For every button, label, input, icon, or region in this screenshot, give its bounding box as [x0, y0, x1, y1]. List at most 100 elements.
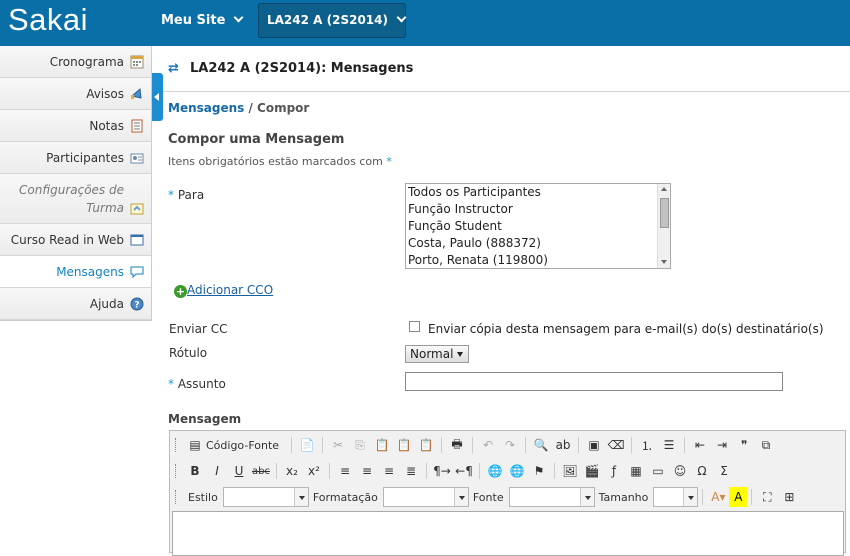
toolbar-grip — [175, 464, 178, 478]
ltr-icon[interactable]: ¶→ — [431, 461, 453, 481]
sidebar-item-curso-read-in-web[interactable]: Curso Read in Web — [0, 224, 151, 256]
replace-icon[interactable]: ab — [552, 435, 574, 455]
align-left-icon[interactable]: ≡ — [334, 461, 356, 481]
editor-content-area[interactable] — [172, 511, 844, 556]
recipient-listbox[interactable]: Todos os Participantes Função Instructor… — [405, 183, 671, 269]
copy-icon[interactable]: ⎘ — [349, 435, 371, 455]
bullet-list-icon[interactable]: ☰ — [658, 435, 680, 455]
form-title: Compor uma Mensagem — [168, 132, 345, 147]
send-cc-checkbox[interactable] — [409, 321, 420, 332]
sidebar-item-ajuda[interactable]: Ajuda ? — [0, 288, 151, 320]
settings-icon — [130, 202, 144, 216]
rotulo-select[interactable]: Normal — [405, 345, 469, 363]
paste-icon[interactable]: 📋 — [371, 435, 393, 455]
blockquote-icon[interactable]: ❞ — [733, 435, 755, 455]
meu-site-menu[interactable]: Meu Site — [161, 12, 244, 28]
sidebar-item-participantes[interactable]: Participantes — [0, 142, 151, 174]
sidebar-item-label: Mensagens — [56, 264, 124, 279]
sidebar-item-mensagens[interactable]: Mensagens — [0, 256, 151, 288]
text-color-icon[interactable]: A▾ — [707, 487, 729, 507]
flash-icon[interactable]: ƒ — [603, 461, 625, 481]
bg-color-icon[interactable]: A — [729, 487, 748, 507]
add-circle-icon[interactable]: + — [174, 285, 187, 298]
sidebar-item-avisos[interactable]: Avisos — [0, 78, 151, 110]
print-icon[interactable]: 🖶 — [446, 435, 468, 455]
sidebar-item-label: Curso Read in Web — [10, 232, 124, 247]
sidebar-item-cronograma[interactable]: Cronograma — [0, 46, 151, 78]
top-navigation-bar: Sakai Meu Site LA242 A (2S2014) — [0, 0, 850, 46]
outdent-icon[interactable]: ⇤ — [689, 435, 711, 455]
justify-icon[interactable]: ≣ — [400, 461, 422, 481]
strikethrough-icon[interactable]: abc — [250, 461, 272, 481]
rtl-icon[interactable]: ←¶ — [453, 461, 475, 481]
sakai-logo[interactable]: Sakai — [8, 2, 88, 38]
recipient-option[interactable]: Costa, Paulo (888372) — [406, 235, 670, 252]
formatacao-label: Formatação — [312, 490, 378, 504]
subject-input[interactable] — [405, 372, 783, 391]
sidebar-item-notas[interactable]: Notas — [0, 110, 151, 142]
editor-toolbar-row-2: B I U abc x₂ x² ≡ ≡ ≡ ≣ ¶→ ←¶ 🌐 🌐 ⚑ 🖼 🎬 … — [170, 458, 847, 484]
recipient-option[interactable]: Todos os Participantes — [406, 184, 670, 201]
link-icon[interactable]: 🌐 — [484, 461, 506, 481]
estilo-combo[interactable] — [222, 487, 309, 507]
superscript-icon[interactable]: x² — [303, 461, 325, 481]
required-mark: * — [386, 155, 392, 168]
scroll-thumb[interactable] — [660, 198, 669, 228]
toolbar-grip — [175, 490, 178, 504]
remove-format-icon[interactable]: ⌫ — [605, 435, 627, 455]
redo-icon[interactable]: ↷ — [499, 435, 521, 455]
unlink-icon[interactable]: 🌐 — [506, 461, 528, 481]
tamanho-combo[interactable] — [653, 487, 699, 507]
align-center-icon[interactable]: ≡ — [356, 461, 378, 481]
fonte-combo[interactable] — [508, 487, 595, 507]
recipient-scrollbar[interactable] — [657, 184, 670, 268]
recipient-option[interactable]: Função Student — [406, 218, 670, 235]
show-blocks-icon[interactable]: ⊞ — [778, 487, 800, 507]
indent-icon[interactable]: ⇥ — [711, 435, 733, 455]
sidebar-item-configuracoes[interactable]: Configurações de Turma — [0, 174, 151, 224]
site-selector-button[interactable]: LA242 A (2S2014) — [258, 3, 407, 38]
formatacao-combo[interactable] — [382, 487, 469, 507]
math-icon[interactable]: Σ — [713, 461, 735, 481]
align-right-icon[interactable]: ≡ — [378, 461, 400, 481]
image-icon[interactable]: 🖼 — [559, 461, 581, 481]
table-icon[interactable]: ▦ — [625, 461, 647, 481]
smiley-icon[interactable]: ☺ — [669, 461, 691, 481]
chevron-down-icon — [233, 12, 244, 23]
italic-icon[interactable]: I — [206, 461, 228, 481]
paste-text-icon[interactable]: 📋 — [393, 435, 415, 455]
scroll-down-icon[interactable] — [661, 260, 667, 264]
tool-sidebar: Cronograma Avisos Notas Participantes Co… — [0, 46, 152, 321]
web-icon — [130, 233, 144, 247]
maximize-icon[interactable]: ⛶ — [756, 487, 778, 507]
site-selector-label: LA242 A (2S2014) — [267, 13, 388, 27]
add-bcc[interactable]: + Adicionar CCO — [174, 283, 273, 298]
media-icon[interactable]: 🎬 — [581, 461, 603, 481]
underline-icon[interactable]: U — [228, 461, 250, 481]
sidebar-item-label: Configurações de Turma — [19, 183, 124, 215]
anchor-icon[interactable]: ⚑ — [528, 461, 550, 481]
subscript-icon[interactable]: x₂ — [281, 461, 303, 481]
message-label: Mensagem — [168, 412, 242, 426]
find-icon[interactable]: 🔍 — [530, 435, 552, 455]
breadcrumb-link-mensagens[interactable]: Mensagens — [168, 101, 244, 115]
sidebar-item-label: Avisos — [86, 86, 124, 101]
scroll-up-icon[interactable] — [661, 187, 667, 191]
special-char-icon[interactable]: Ω — [691, 461, 713, 481]
collapse-sidebar-handle[interactable] — [152, 73, 163, 121]
document-icon[interactable]: 📄 — [296, 435, 318, 455]
rotulo-label: Rótulo — [169, 346, 208, 360]
source-button[interactable]: Código-Fonte — [206, 439, 279, 452]
paste-word-icon[interactable]: 📋 — [415, 435, 437, 455]
reset-tool-icon[interactable]: ⇄ — [168, 61, 179, 76]
select-all-icon[interactable]: ▣ — [583, 435, 605, 455]
horizontal-rule-icon[interactable]: ▭ — [647, 461, 669, 481]
numbered-list-icon[interactable]: ⒈ — [636, 435, 658, 455]
add-bcc-link[interactable]: Adicionar CCO — [187, 283, 273, 297]
cut-icon[interactable]: ✂ — [327, 435, 349, 455]
recipient-option[interactable]: Porto, Renata (119800) — [406, 252, 670, 268]
bold-icon[interactable]: B — [184, 461, 206, 481]
create-div-icon[interactable]: ⧉ — [755, 435, 777, 455]
recipient-option[interactable]: Função Instructor — [406, 201, 670, 218]
undo-icon[interactable]: ↶ — [477, 435, 499, 455]
